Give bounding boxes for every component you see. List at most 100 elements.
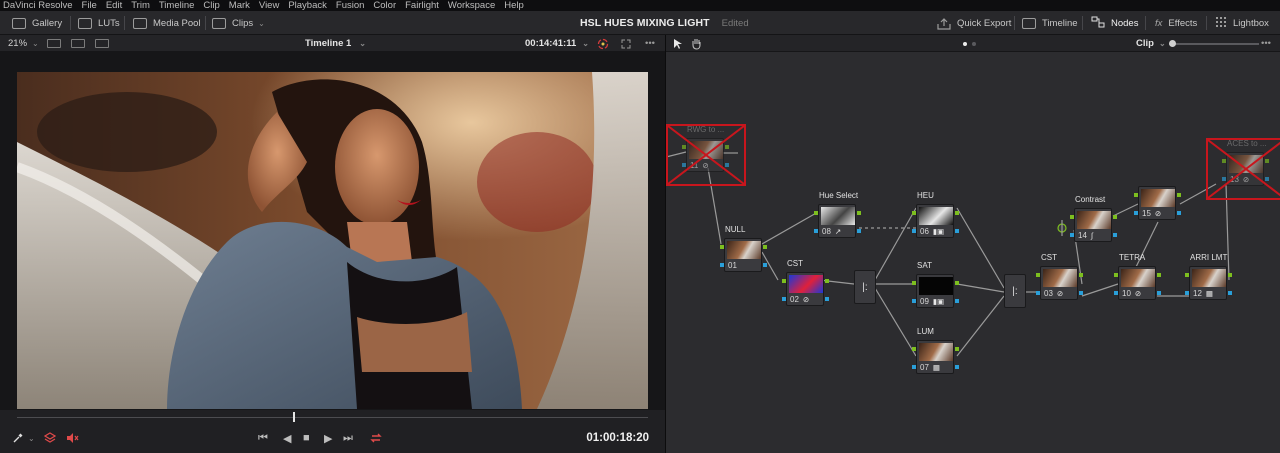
- single-viewer-button[interactable]: [47, 35, 61, 52]
- alpha-pin[interactable]: [1079, 291, 1083, 295]
- alpha-pin[interactable]: [1228, 291, 1232, 295]
- eyedropper-button[interactable]: ⌄: [12, 426, 35, 450]
- parallel-mixer-node[interactable]: |:: [854, 270, 876, 304]
- menu-item-workspace[interactable]: Workspace: [448, 0, 495, 11]
- alpha-pin[interactable]: [912, 299, 916, 303]
- alpha-pin[interactable]: [720, 263, 724, 267]
- node-06[interactable]: 06 ▮▣ HEU: [912, 191, 959, 238]
- lightbox-button[interactable]: Lightbox: [1215, 11, 1269, 35]
- pointer-tool[interactable]: [673, 35, 683, 52]
- menu-item-playback[interactable]: Playback: [288, 0, 327, 11]
- node-02[interactable]: 02 ⊘ CST: [782, 259, 829, 306]
- parallel-mixer-node[interactable]: |:: [1004, 274, 1026, 308]
- menu-item-edit[interactable]: Edit: [106, 0, 122, 11]
- menu-item-fusion[interactable]: Fusion: [336, 0, 365, 11]
- rgb-pin[interactable]: [782, 279, 786, 283]
- rgb-pin[interactable]: [1134, 193, 1138, 197]
- alpha-pin[interactable]: [825, 297, 829, 301]
- rgb-pin[interactable]: [1185, 273, 1189, 277]
- split-viewer-button[interactable]: [95, 35, 109, 52]
- effects-button[interactable]: fx Effects: [1155, 11, 1197, 35]
- node-03[interactable]: 03 ⊘ CST: [1036, 253, 1083, 300]
- rgb-pin[interactable]: [825, 279, 829, 283]
- luts-button[interactable]: LUTs: [78, 11, 120, 35]
- zoom-select[interactable]: 21% ⌄: [8, 35, 39, 52]
- node-graph[interactable]: 11 ⊘ RWG to ... 01 NULL 08 ↗ Hue Select 02 ⊘ CST 06…: [666, 52, 1280, 453]
- alpha-pin[interactable]: [912, 365, 916, 369]
- rgb-pin[interactable]: [912, 281, 916, 285]
- rgb-pin[interactable]: [857, 211, 861, 215]
- alpha-pin[interactable]: [955, 365, 959, 369]
- node-12[interactable]: 12 ▦ ARRI LMT: [1185, 253, 1232, 300]
- alpha-pin[interactable]: [857, 229, 861, 233]
- node-mode-select[interactable]: Clip ⌄: [1136, 35, 1166, 52]
- viewer-options-button[interactable]: •••: [645, 35, 655, 52]
- node-08[interactable]: 08 ↗ Hue Select: [814, 191, 861, 238]
- node-15[interactable]: 15 ⊘: [1134, 186, 1181, 220]
- menu-item-view[interactable]: View: [259, 0, 279, 11]
- alpha-pin[interactable]: [782, 297, 786, 301]
- node-07[interactable]: 07 ▦ LUM: [912, 327, 959, 374]
- rgb-pin[interactable]: [955, 281, 959, 285]
- alpha-pin[interactable]: [1036, 291, 1040, 295]
- slider-handle[interactable]: [1169, 39, 1176, 47]
- alpha-pin[interactable]: [1070, 233, 1074, 237]
- rgb-pin[interactable]: [955, 347, 959, 351]
- hand-tool[interactable]: [691, 35, 702, 52]
- play-button[interactable]: ▶: [324, 426, 332, 450]
- node-10[interactable]: 10 ⊘ TETRA: [1114, 253, 1161, 300]
- reverse-play-button[interactable]: ◀: [283, 426, 291, 450]
- timeline-button[interactable]: Timeline: [1022, 11, 1078, 35]
- rgb-pin[interactable]: [814, 211, 818, 215]
- alpha-pin[interactable]: [955, 299, 959, 303]
- clips-button[interactable]: Clips ⌄: [212, 11, 265, 35]
- rgb-pin[interactable]: [763, 245, 767, 249]
- rgb-pin[interactable]: [720, 245, 724, 249]
- gallery-button[interactable]: Gallery: [12, 11, 62, 35]
- rgb-pin[interactable]: [1070, 215, 1074, 219]
- go-to-end-button[interactable]: ⏭: [343, 426, 353, 450]
- menu-item-help[interactable]: Help: [504, 0, 524, 11]
- rgb-pin[interactable]: [1113, 215, 1117, 219]
- rgb-pin[interactable]: [955, 211, 959, 215]
- node-options-button[interactable]: •••: [1261, 35, 1271, 52]
- menu-item-timeline[interactable]: Timeline: [159, 0, 195, 11]
- rgb-pin[interactable]: [1177, 193, 1181, 197]
- grid-viewer-button[interactable]: [71, 35, 85, 52]
- stop-button[interactable]: ■: [303, 426, 310, 450]
- rgb-pin[interactable]: [1157, 273, 1161, 277]
- menu-item-clip[interactable]: Clip: [203, 0, 219, 11]
- rgb-pin[interactable]: [1228, 273, 1232, 277]
- mute-button[interactable]: [66, 426, 79, 450]
- menu-item-trim[interactable]: Trim: [131, 0, 150, 11]
- alpha-pin[interactable]: [814, 229, 818, 233]
- playhead[interactable]: [292, 412, 295, 422]
- alpha-pin[interactable]: [763, 263, 767, 267]
- alpha-pin[interactable]: [1157, 291, 1161, 295]
- fullscreen-button[interactable]: [621, 35, 631, 52]
- scrubber[interactable]: [0, 410, 665, 426]
- media-pool-button[interactable]: Media Pool: [133, 11, 201, 35]
- alpha-pin[interactable]: [1113, 233, 1117, 237]
- rgb-pin[interactable]: [912, 211, 916, 215]
- quick-export-button[interactable]: Quick Export: [937, 11, 1011, 35]
- nodes-button[interactable]: Nodes: [1091, 11, 1138, 35]
- menu-item-fairlight[interactable]: Fairlight: [405, 0, 439, 11]
- color-wheel-button[interactable]: [597, 35, 609, 52]
- node-zoom-slider[interactable]: [1169, 35, 1259, 52]
- loop-button[interactable]: [369, 426, 383, 450]
- alpha-pin[interactable]: [1134, 211, 1138, 215]
- node-01[interactable]: 01 NULL: [720, 225, 767, 272]
- alpha-pin[interactable]: [1177, 211, 1181, 215]
- timeline-select[interactable]: Timeline 1 ⌄: [305, 35, 366, 52]
- layers-button[interactable]: [44, 426, 56, 450]
- menu-item-file[interactable]: File: [82, 0, 97, 11]
- rgb-pin[interactable]: [1036, 273, 1040, 277]
- menu-item-color[interactable]: Color: [373, 0, 396, 11]
- rgb-pin[interactable]: [912, 347, 916, 351]
- alpha-pin[interactable]: [955, 229, 959, 233]
- app-menu[interactable]: DaVinci Resolve: [3, 0, 73, 11]
- alpha-pin[interactable]: [1114, 291, 1118, 295]
- node-09[interactable]: 09 ▮▣ SAT: [912, 261, 959, 308]
- menu-item-mark[interactable]: Mark: [229, 0, 250, 11]
